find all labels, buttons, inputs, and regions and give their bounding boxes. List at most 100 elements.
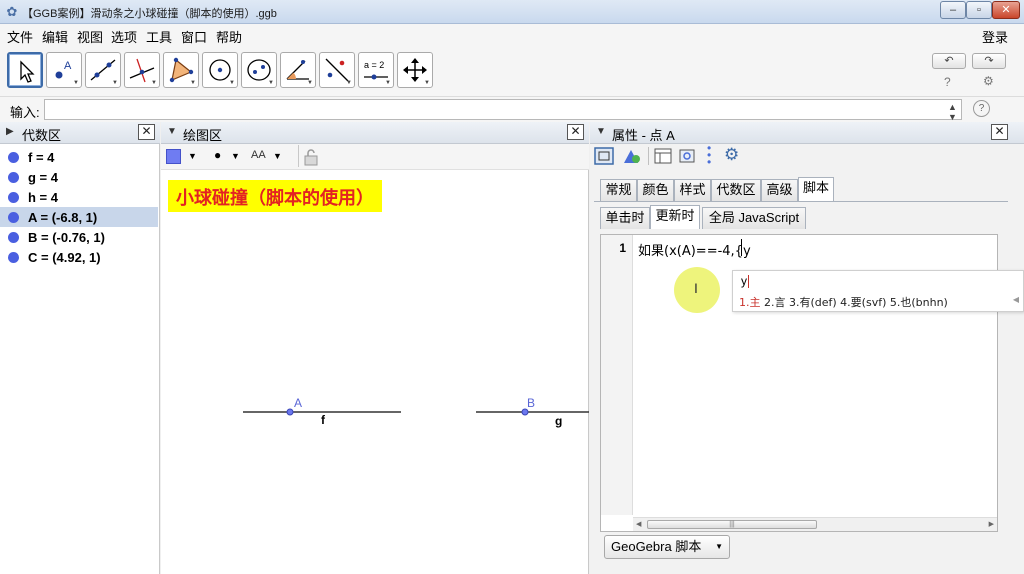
- chevron-down-icon: ▼: [112, 80, 118, 86]
- angle-tool[interactable]: ▼: [280, 52, 316, 88]
- circle-tool[interactable]: ▼: [202, 52, 238, 88]
- menu-file[interactable]: 文件: [7, 27, 33, 46]
- polygon-tool[interactable]: ▼: [163, 52, 199, 88]
- point-tool[interactable]: A ▼: [46, 52, 82, 88]
- reflect-tool[interactable]: ▼: [319, 52, 355, 88]
- perpendicular-line-tool[interactable]: ▼: [124, 52, 160, 88]
- algebra-item-a[interactable]: A = (-6.8, 1): [0, 207, 158, 227]
- algebra-item-g[interactable]: g = 4: [0, 167, 158, 187]
- help-icon[interactable]: ?: [944, 75, 951, 89]
- input-help-icon[interactable]: ?: [973, 100, 990, 117]
- tab-advanced[interactable]: 高级: [761, 179, 798, 201]
- more-options-icon[interactable]: • • •: [707, 142, 711, 168]
- algebra-item-text: C = (4.92, 1): [28, 250, 101, 265]
- window-title-bar: ✿ 【GGB案例】滑动条之小球碰撞（脚本的使用）.ggb – ▫ ✕: [0, 0, 1024, 24]
- algebra-item-text: g = 4: [28, 170, 58, 185]
- algebra-item-h[interactable]: h = 4: [0, 187, 158, 207]
- chevron-down-icon[interactable]: ▼: [273, 151, 282, 161]
- chevron-down-icon: ▼: [190, 80, 196, 86]
- undo-button[interactable]: ↶: [932, 53, 966, 69]
- subtab-global-javascript[interactable]: 全局 JavaScript: [702, 207, 806, 229]
- graphics-object-icon[interactable]: [594, 147, 614, 165]
- collapse-arrow-icon[interactable]: ▼: [596, 126, 606, 137]
- menu-tools[interactable]: 工具: [146, 27, 172, 46]
- redo-button[interactable]: ↷: [972, 53, 1006, 69]
- graphics-view[interactable]: ▼ ● ▼ AA ▼ 小球碰撞（脚本的使用） A B f g: [161, 144, 589, 574]
- graphics-panel-title: 绘图区: [183, 128, 223, 143]
- ime-candidate-rest[interactable]: 2.言 3.有(def) 4.要(svf) 5.也(bnhn): [761, 296, 948, 309]
- maximize-button[interactable]: ▫: [966, 1, 992, 19]
- algebra-item-b[interactable]: B = (-0.76, 1): [0, 227, 158, 247]
- graphics-heading-text[interactable]: 小球碰撞（脚本的使用）: [168, 180, 382, 212]
- algebra-item-c[interactable]: C = (4.92, 1): [0, 247, 158, 267]
- horizontal-scrollbar[interactable]: ◀ ||| ▶: [633, 517, 997, 531]
- gear-icon[interactable]: ⚙: [983, 74, 994, 88]
- chevron-down-icon: ▼: [307, 80, 313, 86]
- close-algebra-panel-button[interactable]: ✕: [138, 124, 155, 140]
- ime-composition-text: y: [741, 274, 747, 288]
- tab-color[interactable]: 颜色: [637, 179, 674, 201]
- input-history-spinner-icon[interactable]: ▲ ▼: [948, 102, 957, 122]
- layout-icon[interactable]: [653, 147, 673, 165]
- segment-f-label: f: [321, 413, 326, 427]
- menu-view[interactable]: 视图: [77, 27, 103, 46]
- slider-tool[interactable]: a = 2 ▼: [358, 52, 394, 88]
- close-window-button[interactable]: ✕: [992, 1, 1020, 19]
- minimize-button[interactable]: –: [940, 1, 966, 19]
- unlock-icon[interactable]: [303, 148, 319, 166]
- shapes-icon[interactable]: [622, 147, 642, 165]
- algebra-item-text: B = (-0.76, 1): [28, 230, 105, 245]
- menu-help[interactable]: 帮助: [216, 27, 242, 46]
- segments-drawing[interactable]: A B f g: [161, 384, 589, 434]
- ime-candidate-window[interactable]: y 1.主 2.言 3.有(def) 4.要(svf) 5.也(bnhn) ◀: [732, 270, 1024, 312]
- scroll-left-icon[interactable]: ◀: [636, 520, 641, 528]
- move-graphics-tool[interactable]: ▼: [397, 52, 433, 88]
- close-properties-panel-button[interactable]: ✕: [991, 124, 1008, 140]
- chevron-down-icon[interactable]: ▼: [231, 151, 240, 161]
- tab-divider: [594, 201, 1008, 202]
- visibility-dot-icon[interactable]: [8, 172, 19, 183]
- input-field[interactable]: [44, 99, 962, 120]
- visibility-dot-icon[interactable]: [8, 232, 19, 243]
- graphics-panel-header: ▼ 绘图区 ✕: [161, 122, 589, 144]
- script-language-select[interactable]: GeoGebra 脚本 ▼: [604, 535, 730, 559]
- color-swatch-button[interactable]: [166, 149, 181, 164]
- text-style-button[interactable]: AA: [251, 149, 266, 161]
- visibility-dot-icon[interactable]: [8, 192, 19, 203]
- menu-window[interactable]: 窗口: [181, 27, 207, 46]
- chevron-down-icon[interactable]: ▼: [188, 151, 197, 161]
- tab-scripting[interactable]: 脚本: [798, 177, 834, 201]
- visibility-dot-icon[interactable]: [8, 212, 19, 223]
- expand-arrow-icon[interactable]: ▶: [6, 126, 14, 137]
- conic-tool[interactable]: ▼: [241, 52, 277, 88]
- line-tool[interactable]: ▼: [85, 52, 121, 88]
- scrollbar-thumb[interactable]: |||: [647, 520, 817, 529]
- tab-algebra[interactable]: 代数区: [711, 179, 761, 201]
- subtab-on-click[interactable]: 单击时: [600, 207, 650, 229]
- scroll-right-icon[interactable]: ▶: [989, 520, 994, 528]
- menu-options[interactable]: 选项: [111, 27, 137, 46]
- svg-text:A: A: [64, 60, 72, 72]
- visibility-dot-icon[interactable]: [8, 252, 19, 263]
- move-tool[interactable]: [7, 52, 43, 88]
- point-style-icon[interactable]: ●: [214, 148, 221, 162]
- subtab-on-update[interactable]: 更新时: [650, 205, 700, 229]
- close-graphics-panel-button[interactable]: ✕: [567, 124, 584, 140]
- algebra-item-f[interactable]: f = 4: [0, 147, 158, 167]
- visibility-dot-icon[interactable]: [8, 152, 19, 163]
- login-link[interactable]: 登录: [982, 27, 1008, 46]
- slider-tool-label: a = 2: [364, 60, 384, 70]
- ime-candidate-list[interactable]: 1.主 2.言 3.有(def) 4.要(svf) 5.也(bnhn): [739, 294, 948, 310]
- ime-page-left-icon[interactable]: ◀: [1013, 295, 1019, 304]
- script-text[interactable]: 如果(x(A)==-4,{y: [638, 240, 751, 259]
- gear-icon[interactable]: ⚙: [724, 145, 739, 165]
- menu-edit[interactable]: 编辑: [42, 27, 68, 46]
- graphics-settings-icon[interactable]: [677, 147, 697, 165]
- text-cursor-icon: I: [694, 280, 698, 296]
- tab-style[interactable]: 样式: [674, 179, 711, 201]
- tab-basic[interactable]: 常规: [600, 179, 637, 201]
- collapse-arrow-icon[interactable]: ▼: [167, 126, 177, 137]
- ime-candidate-first[interactable]: 1.主: [739, 296, 761, 309]
- window-title: 【GGB案例】滑动条之小球碰撞（脚本的使用）.ggb: [22, 8, 277, 20]
- icon-divider: [648, 147, 649, 165]
